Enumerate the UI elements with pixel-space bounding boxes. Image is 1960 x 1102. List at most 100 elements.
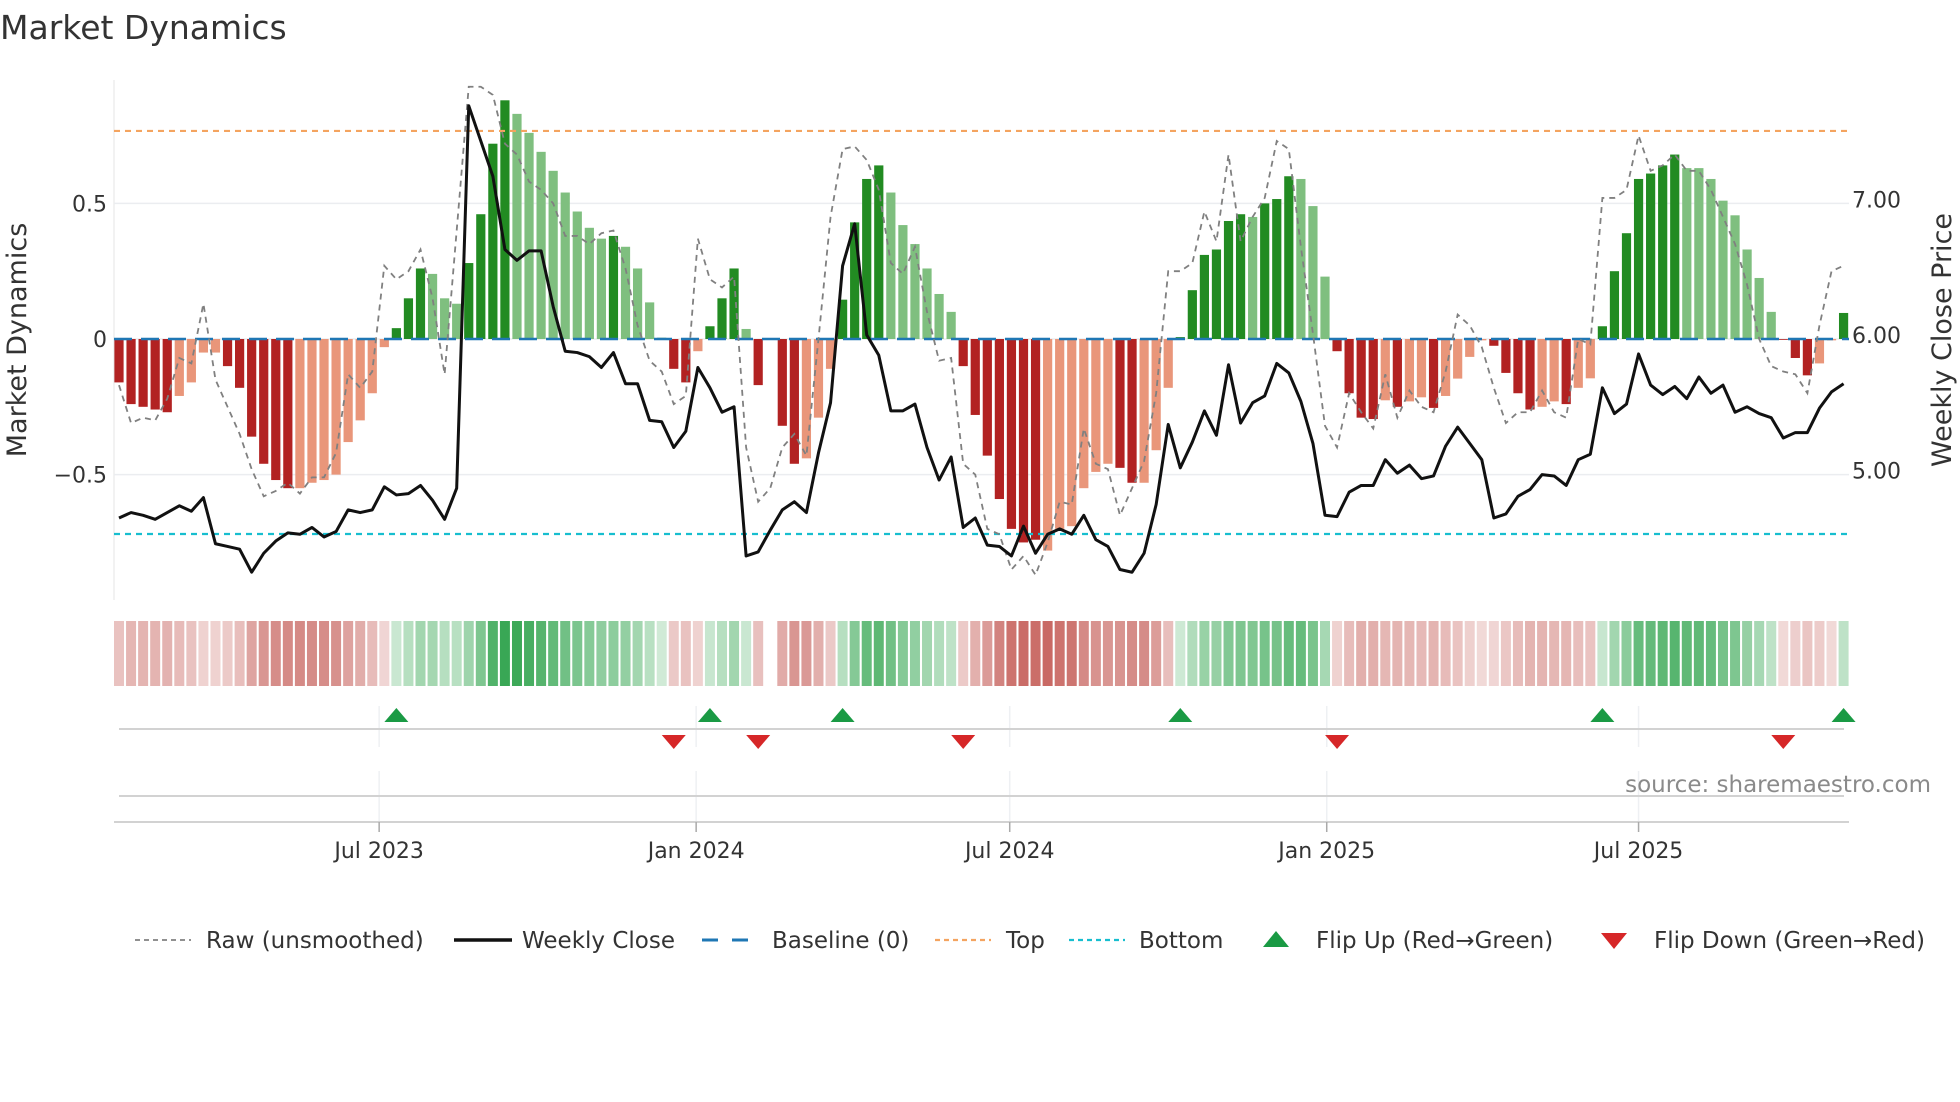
dynamics-bar (1079, 339, 1089, 489)
dynamics-bar (910, 244, 920, 339)
regime-cell (849, 621, 860, 686)
regime-cell (1621, 621, 1632, 686)
regime-cell (126, 621, 137, 686)
regime-cell (644, 621, 655, 686)
regime-cell (922, 621, 933, 686)
dynamics-bar (1320, 276, 1330, 339)
source-credit: source: sharemaestro.com (1625, 772, 1931, 798)
regime-cell (1428, 621, 1439, 686)
dynamics-bar (1416, 339, 1427, 398)
triangle-up-icon (1263, 931, 1289, 947)
flip-down-marker (1325, 735, 1350, 749)
regime-cell (403, 621, 414, 686)
dynamics-bar (1308, 206, 1318, 339)
regime-cell (1814, 621, 1825, 686)
legend-label: Raw (unsmoothed) (206, 928, 424, 954)
regime-cell (704, 621, 715, 686)
regime-cell (801, 621, 812, 686)
x-tick-label: Jul 2023 (332, 839, 424, 864)
regime-cell (982, 621, 993, 686)
dynamics-bar (162, 339, 172, 413)
regime-cell (536, 621, 547, 686)
dynamics-bar (1453, 339, 1463, 379)
regime-cell (306, 621, 317, 686)
regime-cell (114, 621, 124, 686)
regime-cell (1211, 621, 1222, 686)
dynamics-bar (741, 328, 751, 339)
dynamics-bar (1597, 326, 1607, 339)
dynamics-bar (789, 339, 799, 464)
dynamics-bar (572, 211, 582, 339)
dynamics-bar (693, 339, 703, 352)
flip-up-marker (1831, 708, 1856, 722)
regime-cell (1127, 621, 1138, 686)
dynamics-bar (1730, 215, 1740, 339)
regime-cell (1271, 621, 1282, 686)
regime-cell (729, 621, 740, 686)
dynamics-bars (114, 100, 1849, 551)
regime-cell (439, 621, 450, 686)
x-tick-label: Jan 2025 (1276, 839, 1375, 864)
regime-cell (596, 621, 607, 686)
dynamics-bar (645, 302, 655, 339)
regime-cell (1693, 621, 1704, 686)
legend-item-flip-up: Flip Up (Red→Green) (1263, 928, 1553, 954)
dynamics-bar (452, 303, 462, 339)
regime-cell (1766, 621, 1777, 686)
regime-cell (319, 621, 330, 686)
dynamics-bar (259, 339, 269, 464)
regime-cell (1742, 621, 1753, 686)
regime-cell (1500, 621, 1511, 686)
dynamics-bar (1754, 277, 1764, 339)
dynamics-bar (1332, 339, 1342, 352)
regime-cell (946, 621, 957, 686)
dynamics-bar (1223, 221, 1234, 339)
regime-cell (572, 621, 583, 686)
dynamics-bar (1043, 339, 1053, 551)
regime-cell (186, 621, 197, 686)
regime-cell (1380, 621, 1391, 686)
dynamics-bar (524, 132, 534, 339)
x-axis: Jul 2023 Jan 2024 Jul 2024 Jan 2025 Jul 2025 (114, 821, 1849, 864)
dynamics-bar (717, 298, 727, 339)
regime-cell (970, 621, 981, 686)
y2-tick-label: 6.00 (1852, 324, 1901, 349)
legend-item-baseline: Baseline (0) (702, 928, 909, 954)
dynamics-bar (1706, 178, 1716, 339)
dynamics-bar (1006, 339, 1017, 529)
dynamics-bar (1260, 203, 1270, 339)
dynamics-bar (1778, 339, 1788, 340)
regime-cell (1307, 621, 1318, 686)
dynamics-bar (319, 339, 329, 481)
dynamics-bar (608, 235, 619, 339)
dynamics-bar (440, 298, 450, 339)
dynamics-bar (295, 339, 305, 489)
dynamics-bar (367, 339, 377, 394)
dynamics-bar (271, 339, 281, 481)
dynamics-bar (198, 339, 209, 353)
triangle-down-icon (1601, 933, 1627, 949)
dynamics-bar (1525, 339, 1535, 410)
dynamics-bar (512, 113, 522, 339)
regime-cell (656, 621, 667, 686)
regime-cell (1283, 621, 1294, 686)
dynamics-bar (1115, 339, 1125, 468)
dynamics-bar (1621, 233, 1632, 339)
dynamics-bar (1296, 178, 1306, 339)
regime-cell (1633, 621, 1644, 686)
regime-cell (258, 621, 269, 686)
flip-down-marker (661, 735, 686, 749)
dynamics-bar (1018, 339, 1029, 543)
regime-cell (560, 621, 571, 686)
regime-cell (415, 621, 426, 686)
dynamics-bar (705, 326, 715, 339)
regime-cell (1102, 621, 1113, 686)
dynamics-bar (1766, 311, 1776, 339)
dynamics-bar (1030, 339, 1041, 540)
dynamics-bar (1067, 339, 1077, 527)
legend-label: Baseline (0) (772, 928, 909, 954)
legend-label: Flip Up (Red→Green) (1316, 928, 1553, 954)
dynamics-bar (584, 227, 594, 339)
regime-cell (1054, 621, 1065, 686)
x-tick-label: Jul 2024 (963, 839, 1055, 864)
